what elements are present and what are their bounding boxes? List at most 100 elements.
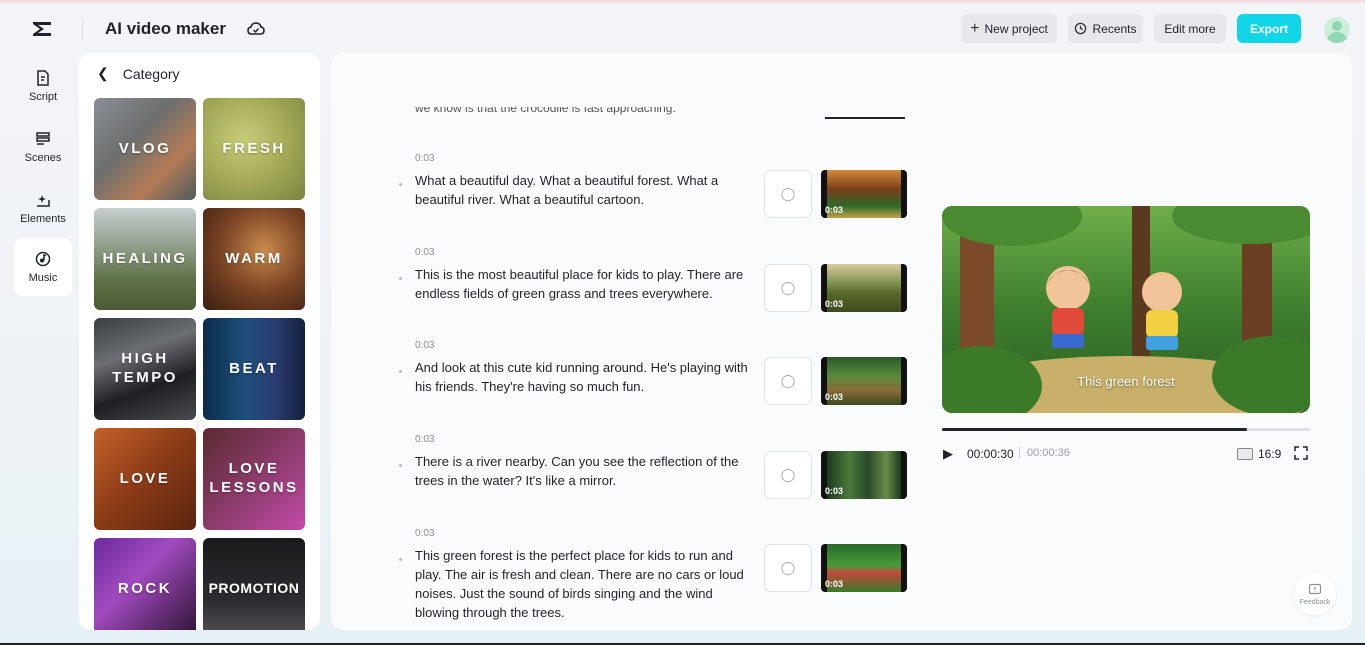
clipped-thumb-edge	[825, 117, 905, 119]
voice-button[interactable]: ◯	[764, 544, 812, 592]
nav-music-label: Music	[28, 272, 58, 284]
back-arrow-icon[interactable]: ❮	[97, 65, 109, 82]
tile-label: WARM	[225, 249, 283, 267]
nav-music[interactable]: Music	[14, 238, 72, 296]
app-header: AI video maker + New project Recents Edi…	[0, 3, 1365, 51]
tile-label: ROCK	[117, 579, 173, 597]
thumbnail-duration: 0:03	[825, 486, 844, 496]
category-tile-love[interactable]: LOVE	[94, 428, 196, 530]
cloud-sync-icon[interactable]	[246, 19, 266, 39]
thumbnail-duration: 0:03	[825, 579, 844, 589]
tile-label: HIGH TEMPO	[112, 350, 178, 386]
scene-text[interactable]: What a beautiful day. What a beautiful f…	[415, 171, 755, 209]
category-tile-love-lessons[interactable]: LOVE LESSONS	[203, 428, 305, 530]
voice-icon: ◯	[780, 560, 796, 575]
voice-button[interactable]: ◯	[764, 357, 812, 405]
recents-button[interactable]: Recents	[1068, 14, 1143, 43]
voice-icon: ◯	[780, 186, 796, 201]
tile-label: LOVE LESSONS	[209, 460, 299, 496]
nav-script-label: Script	[28, 91, 58, 103]
scene-bullet	[399, 464, 402, 467]
scene-duration: 0:03	[415, 434, 435, 445]
nav-elements[interactable]: Elements	[14, 179, 72, 237]
main-panel: we know is that the crocodile is fast ap…	[331, 53, 1352, 630]
thumbnail-duration: 0:03	[825, 299, 844, 309]
voice-button[interactable]: ◯	[764, 170, 812, 218]
user-avatar[interactable]	[1324, 17, 1350, 43]
voice-icon: ◯	[780, 467, 796, 482]
scenes-icon	[36, 132, 50, 145]
tile-label: HEALING	[102, 249, 188, 267]
category-title: Category	[122, 65, 180, 82]
tile-label: LOVE	[119, 469, 171, 487]
scene-thumbnail[interactable]: 0:03	[821, 451, 907, 499]
scene-bullet	[399, 277, 402, 280]
scene-bullet	[399, 183, 402, 186]
scene-text[interactable]: There is a river nearby. Can you see the…	[415, 452, 755, 490]
scene-duration: 0:03	[415, 247, 435, 258]
thumbnail-duration: 0:03	[825, 392, 844, 402]
preview-caption: This green forest	[1077, 374, 1175, 389]
category-tile-rock[interactable]: ROCK	[94, 538, 196, 630]
new-project-label: New project	[984, 21, 1048, 36]
scene-text[interactable]: This green forest is the perfect place f…	[415, 546, 755, 622]
feedback-icon	[1308, 583, 1322, 594]
feedback-button[interactable]: Feedback	[1294, 573, 1336, 615]
category-header: ❮ Category	[97, 65, 180, 82]
scene-duration: 0:03	[415, 153, 435, 164]
scene-thumbnail[interactable]: 0:03	[821, 170, 907, 218]
voice-button[interactable]: ◯	[764, 451, 812, 499]
tile-label: BEAT	[229, 359, 279, 377]
scene-thumbnail[interactable]: 0:03	[821, 264, 907, 312]
progress-fill	[942, 428, 1248, 431]
aspect-ratio-label[interactable]: 16:9	[1258, 447, 1281, 461]
header-divider	[82, 20, 83, 40]
nav-script[interactable]: Script	[14, 57, 72, 115]
category-tile-warm[interactable]: WARM	[203, 208, 305, 310]
nav-scenes-label: Scenes	[24, 152, 62, 164]
export-label: Export	[1249, 21, 1288, 36]
feedback-label: Feedback	[1299, 598, 1331, 606]
scene-text[interactable]: And look at this cute kid running around…	[415, 358, 755, 396]
fullscreen-icon[interactable]	[1294, 446, 1308, 460]
new-project-button[interactable]: + New project	[961, 14, 1057, 43]
app-title: AI video maker	[105, 19, 226, 38]
scene-bullet	[399, 558, 402, 561]
music-icon	[35, 251, 51, 267]
scene-duration: 0:03	[415, 528, 435, 539]
voice-button[interactable]: ◯	[764, 264, 812, 312]
clock-icon	[1075, 22, 1087, 35]
tile-label: PROMOTION	[208, 580, 300, 597]
play-icon[interactable]: ▶	[943, 446, 953, 462]
scene-duration: 0:03	[415, 340, 435, 351]
category-tile-fresh[interactable]: FRESH	[203, 98, 305, 200]
scene-thumbnail[interactable]: 0:03	[821, 544, 907, 592]
edit-more-button[interactable]: Edit more	[1154, 14, 1226, 43]
current-time: 00:00:30	[967, 447, 1014, 461]
tile-label: FRESH	[222, 139, 286, 157]
aspect-ratio-icon[interactable]	[1237, 448, 1253, 460]
playback-progress-bar[interactable]	[942, 428, 1310, 431]
voice-icon: ◯	[780, 373, 796, 388]
script-icon	[37, 70, 49, 86]
category-tile-beat[interactable]: BEAT	[203, 318, 305, 420]
scene-text[interactable]: This is the most beautiful place for kid…	[415, 265, 755, 303]
category-tile-healing[interactable]: HEALING	[94, 208, 196, 310]
voice-icon: ◯	[780, 280, 796, 295]
nav-scenes[interactable]: Scenes	[14, 118, 72, 176]
recents-label: Recents	[1092, 21, 1137, 36]
tile-label: VLOG	[118, 139, 172, 157]
thumbnail-duration: 0:03	[825, 205, 844, 215]
category-panel: ❮ Category VLOG FRESH HEALING WARM HIGH …	[79, 53, 320, 630]
export-button[interactable]: Export	[1237, 14, 1301, 43]
video-preview[interactable]: This green forest	[942, 206, 1310, 413]
category-tile-high-tempo[interactable]: HIGH TEMPO	[94, 318, 196, 420]
clipped-script-text: we know is that the crocodile is fast ap…	[415, 107, 676, 115]
capcut-logo-icon[interactable]	[30, 17, 54, 41]
elements-icon	[37, 195, 50, 207]
edit-more-label: Edit more	[1164, 21, 1216, 36]
category-tile-vlog[interactable]: VLOG	[94, 98, 196, 200]
scene-bullet	[399, 370, 402, 373]
category-tile-promotion[interactable]: PROMOTION	[203, 538, 305, 630]
scene-thumbnail[interactable]: 0:03	[821, 357, 907, 405]
